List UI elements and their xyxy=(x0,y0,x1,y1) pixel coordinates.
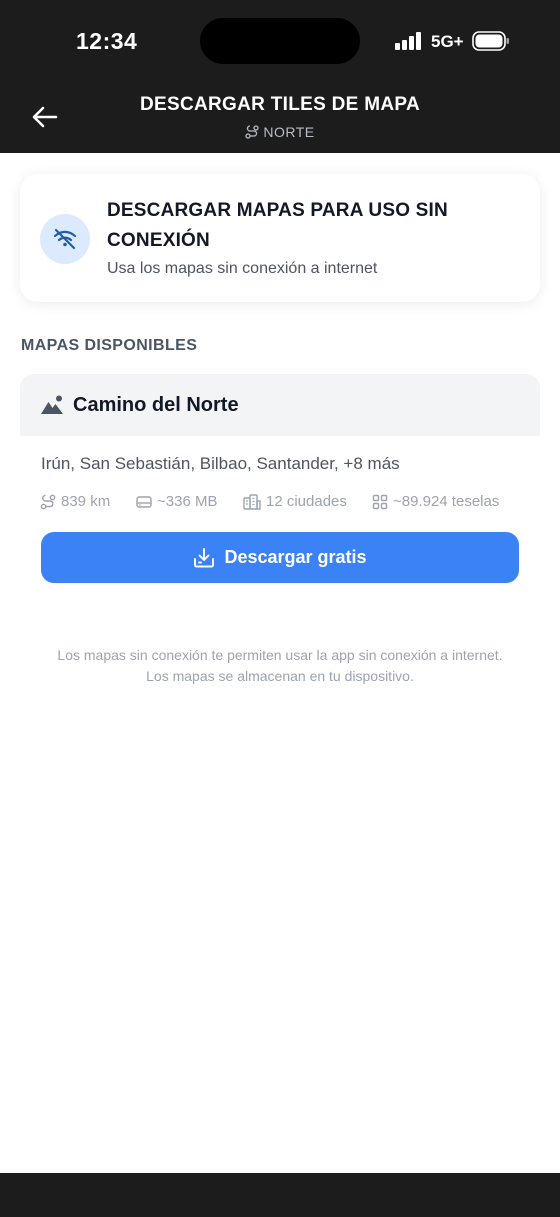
app-header: DESCARGAR TILES DE MAPA NORTE xyxy=(0,85,560,153)
offline-info-card: DESCARGAR MAPAS PARA USO SIN CONEXIÓN Us… xyxy=(20,174,540,302)
status-time: 12:34 xyxy=(76,28,138,54)
stat-distance: 839 km xyxy=(40,493,136,510)
dynamic-island xyxy=(200,18,360,64)
mountain-icon xyxy=(41,395,63,414)
stat-cities-value: 12 ciudades xyxy=(266,493,347,510)
stat-distance-value: 839 km xyxy=(61,493,111,510)
stat-size: ~336 MB xyxy=(136,493,243,510)
download-free-button[interactable]: Descargar gratis xyxy=(41,532,519,583)
stat-tiles-value: ~89.924 teselas xyxy=(393,493,500,510)
stat-tiles: ~89.924 teselas xyxy=(372,493,499,510)
stat-cities: 12 ciudades xyxy=(243,493,372,510)
buildings-icon xyxy=(243,493,261,510)
stat-size-value: ~336 MB xyxy=(157,493,218,510)
hard-drive-icon xyxy=(136,495,152,508)
route-icon xyxy=(245,125,260,139)
route-cities: Irún, San Sebastián, Bilbao, Santander, … xyxy=(41,454,400,473)
network-label: 5G+ xyxy=(431,32,464,51)
route-card-header: Camino del Norte xyxy=(20,374,540,436)
header-subtitle: NORTE xyxy=(0,124,560,140)
offline-card-subtitle: Usa los mapas sin conexión a internet xyxy=(107,260,378,277)
footer-note-line-2: Los mapas se almacenan en tu dispositivo… xyxy=(146,668,414,684)
header-subtitle-label: NORTE xyxy=(263,124,315,140)
footer-note: Los mapas sin conexión te permiten usar … xyxy=(0,645,560,687)
footer-note-line-1: Los mapas sin conexión te permiten usar … xyxy=(57,647,503,663)
battery-icon xyxy=(472,31,509,51)
download-icon xyxy=(194,547,215,567)
status-bar: 12:34 5G+ xyxy=(0,0,560,85)
offline-card-title: DESCARGAR MAPAS PARA USO SIN CONEXIÓN xyxy=(107,200,448,251)
grid-icon xyxy=(372,494,388,509)
section-title: MAPAS DISPONIBLES xyxy=(21,337,198,354)
wifi-off-icon xyxy=(53,228,77,250)
offline-icon-circle xyxy=(40,214,90,264)
route-card: Camino del Norte Irún, San Sebastián, Bi… xyxy=(20,374,540,604)
bottom-bar xyxy=(0,1173,560,1217)
download-button-label: Descargar gratis xyxy=(224,547,367,567)
route-name: Camino del Norte xyxy=(73,393,239,416)
route-stats: 839 km ~336 MB 12 ciudades ~89.924 tesel… xyxy=(40,493,499,510)
signal-icon xyxy=(395,32,425,50)
route-icon xyxy=(40,494,56,509)
page-title: DESCARGAR TILES DE MAPA xyxy=(140,94,420,115)
